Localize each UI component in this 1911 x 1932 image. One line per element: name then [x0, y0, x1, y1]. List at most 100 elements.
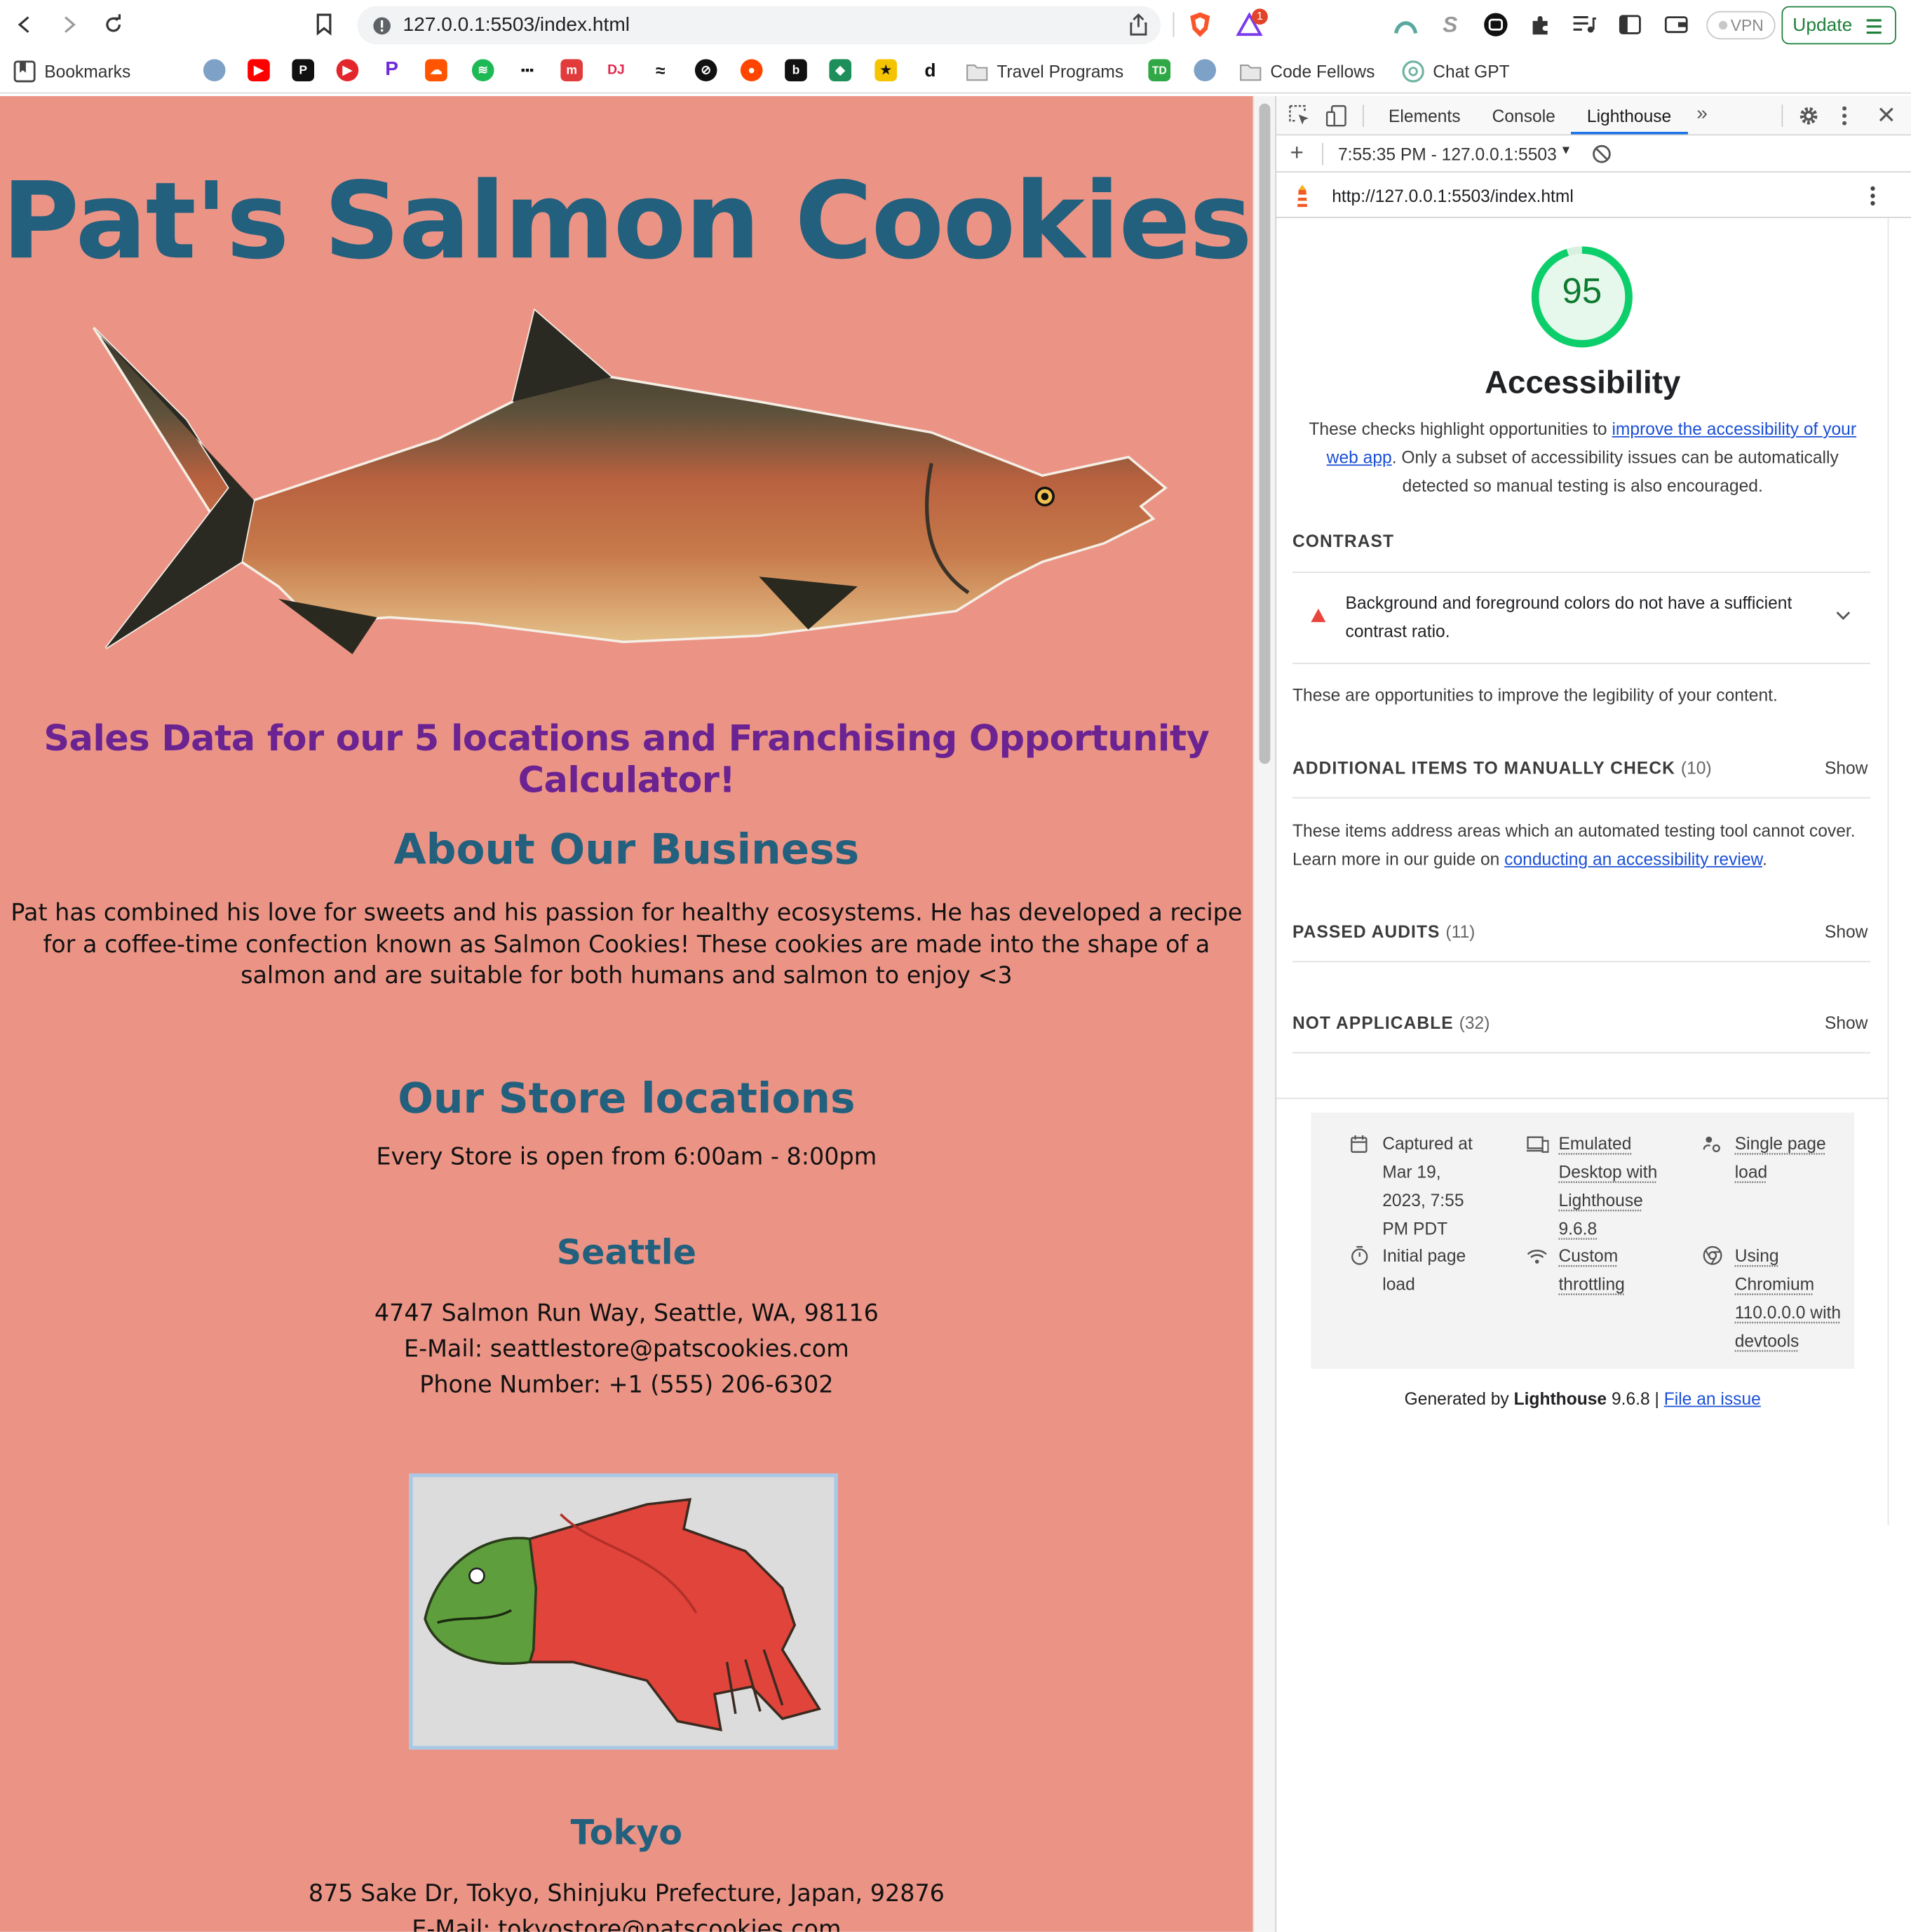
show-na-button[interactable]: Show [1825, 1013, 1868, 1032]
tagline: Sales Data for our 5 locations and Franc… [43, 717, 1210, 801]
group-title: PASSED AUDITS [1292, 921, 1440, 942]
update-button[interactable]: Update [1781, 6, 1896, 45]
meta-emulated: Emulated Desktop with Lighthouse 9.6.8 [1526, 1130, 1668, 1243]
wallet-icon[interactable] [1663, 11, 1691, 39]
brave-rewards-icon[interactable]: 1 [1236, 8, 1268, 39]
group-passed-heading: PASSED AUDITS (11) [1292, 921, 1475, 941]
media-queue-icon[interactable] [1571, 11, 1598, 39]
page-scrollbar-thumb[interactable] [1259, 103, 1271, 764]
address-bar[interactable]: 127.0.0.1:5503/index.html [357, 6, 1161, 45]
bookmark-youtube-music-icon[interactable]: ▶ [336, 59, 359, 81]
vpn-status-dot [1718, 20, 1727, 30]
close-devtools-icon[interactable] [1878, 106, 1896, 129]
clear-reports-icon[interactable] [1592, 144, 1612, 170]
note-text: . [1762, 849, 1767, 869]
group-count: (11) [1445, 921, 1476, 942]
sidebar-toggle-icon[interactable] [1616, 11, 1644, 39]
extension-arc-icon[interactable] [1392, 11, 1419, 39]
show-manual-button[interactable]: Show [1825, 757, 1868, 777]
extension-s-icon[interactable]: S [1437, 11, 1464, 39]
bookmark-paypal-icon[interactable]: P [380, 59, 403, 81]
bookmark-page-button[interactable] [311, 11, 338, 39]
bookmark-globe2-icon[interactable] [1194, 59, 1217, 81]
store-email: E-Mail: tokyostore@patscookies.com [412, 1915, 842, 1932]
accessibility-review-link[interactable]: conducting an accessibility review [1504, 849, 1762, 869]
settings-gear-icon[interactable] [1797, 104, 1820, 133]
bookmark-b-icon[interactable]: b [785, 59, 807, 81]
report-menu-icon[interactable] [1869, 185, 1877, 213]
extension-mask-icon[interactable] [1483, 11, 1510, 39]
browser-window: 127.0.0.1:5503/index.html 1 S VPN Update… [0, 0, 1911, 1932]
group-count: (32) [1459, 1013, 1490, 1033]
footer-brand: Lighthouse [1513, 1389, 1607, 1409]
score-value: 95 [1562, 272, 1602, 312]
group-contrast-heading: CONTRAST [1292, 531, 1395, 551]
meta-text: Single page load [1734, 1133, 1826, 1182]
bookmark-spotify-icon[interactable]: ≋ [471, 59, 494, 81]
about-text: Pat has combined his love for sweets and… [11, 899, 1243, 989]
bookmark-dj-icon[interactable]: DJ [605, 59, 628, 81]
device-toolbar-icon[interactable] [1325, 104, 1348, 133]
url-text[interactable]: 127.0.0.1:5503/index.html [403, 15, 630, 37]
tab-console[interactable]: Console [1492, 106, 1555, 126]
bookmark-d-icon[interactable]: d [919, 59, 942, 81]
bookmarks-icon [13, 60, 36, 83]
runtime-settings: Captured at Mar 19, 2023, 7:55 PM PDT Em… [1311, 1112, 1855, 1369]
bookmarks-menu[interactable]: Bookmarks [13, 59, 130, 83]
inspect-element-icon[interactable] [1289, 104, 1311, 133]
fail-triangle-icon [1311, 608, 1326, 623]
bookmark-wave-icon[interactable]: ≈ [649, 59, 672, 81]
bookmark-globe-icon[interactable] [203, 59, 226, 81]
report-selector[interactable]: 7:55:35 PM - 127.0.0.1:5503 [1338, 144, 1557, 164]
stores-heading: Our Store locations [398, 1074, 856, 1124]
devices-icon [1526, 1130, 1559, 1243]
stopwatch-icon [1351, 1242, 1383, 1299]
site-info-icon[interactable] [372, 16, 392, 42]
kebab-menu-icon[interactable] [1841, 104, 1849, 133]
extensions-puzzle-icon[interactable] [1527, 11, 1554, 39]
bookmark-folder-codefellows[interactable]: Code Fellows [1239, 59, 1375, 83]
menu-icon [1866, 19, 1882, 34]
forward-button[interactable] [55, 11, 83, 39]
audit-contrast[interactable]: Background and foreground colors do not … [1292, 573, 1870, 661]
brave-shields-icon[interactable] [1187, 11, 1214, 39]
file-issue-link[interactable]: File an issue [1664, 1389, 1761, 1408]
back-button[interactable] [11, 11, 39, 39]
folder-label: Travel Programs [997, 61, 1124, 81]
bookmark-yellow-icon[interactable]: ★ [875, 59, 898, 81]
forward-arrow-icon [65, 16, 76, 33]
bookmark-soundcloud-icon[interactable]: ☁ [425, 59, 447, 81]
toolbar-divider [1322, 142, 1323, 165]
meta-text: Using Chromium 110.0.0.0 with devtools [1734, 1245, 1842, 1351]
bookmark-reddit-icon[interactable]: ● [740, 59, 763, 81]
bookmark-label: Chat GPT [1433, 61, 1510, 81]
tab-lighthouse[interactable]: Lighthouse [1587, 106, 1671, 126]
site-title: Pat's Salmon Cookies [1, 160, 1252, 284]
bookmark-p-icon[interactable]: P [292, 59, 315, 81]
divider [1292, 1052, 1870, 1054]
report-footer: Generated by Lighthouse 9.6.8 | File an … [1276, 1389, 1889, 1408]
chevron-down-icon[interactable] [1836, 611, 1851, 621]
toolbar-divider [1173, 12, 1175, 37]
reload-button[interactable] [100, 11, 127, 39]
more-tabs-icon[interactable]: » [1696, 104, 1708, 126]
bookmark-chatgpt[interactable]: Chat GPT [1402, 59, 1510, 83]
dropdown-arrow-icon[interactable]: ▼ [1560, 144, 1572, 158]
divider [1292, 961, 1870, 963]
bookmark-m-icon[interactable]: m [560, 59, 583, 81]
show-passed-button[interactable]: Show [1825, 921, 1868, 941]
report-url: http://127.0.0.1:5503/index.html [1332, 186, 1574, 206]
store-email: E-Mail: seattlestore@patscookies.com [403, 1335, 849, 1363]
bookmark-green-icon[interactable]: ◆ [829, 59, 852, 81]
tab-elements[interactable]: Elements [1389, 106, 1461, 126]
vpn-button[interactable]: VPN [1706, 11, 1776, 40]
bookmark-youtube-icon[interactable]: ▶ [248, 59, 270, 81]
bookmark-folder-travel[interactable]: Travel Programs [966, 59, 1123, 83]
bookmark-td-icon[interactable]: TD [1148, 59, 1171, 81]
group-manual-heading: ADDITIONAL ITEMS TO MANUALLY CHECK (10) [1292, 757, 1712, 777]
active-tab-indicator [1571, 131, 1688, 135]
bookmark-dots-icon[interactable]: ▪▪▪ [516, 59, 539, 81]
share-icon[interactable] [1128, 13, 1148, 41]
new-report-icon[interactable]: + [1290, 140, 1304, 168]
bookmark-circle-icon[interactable]: ⊘ [694, 59, 717, 81]
